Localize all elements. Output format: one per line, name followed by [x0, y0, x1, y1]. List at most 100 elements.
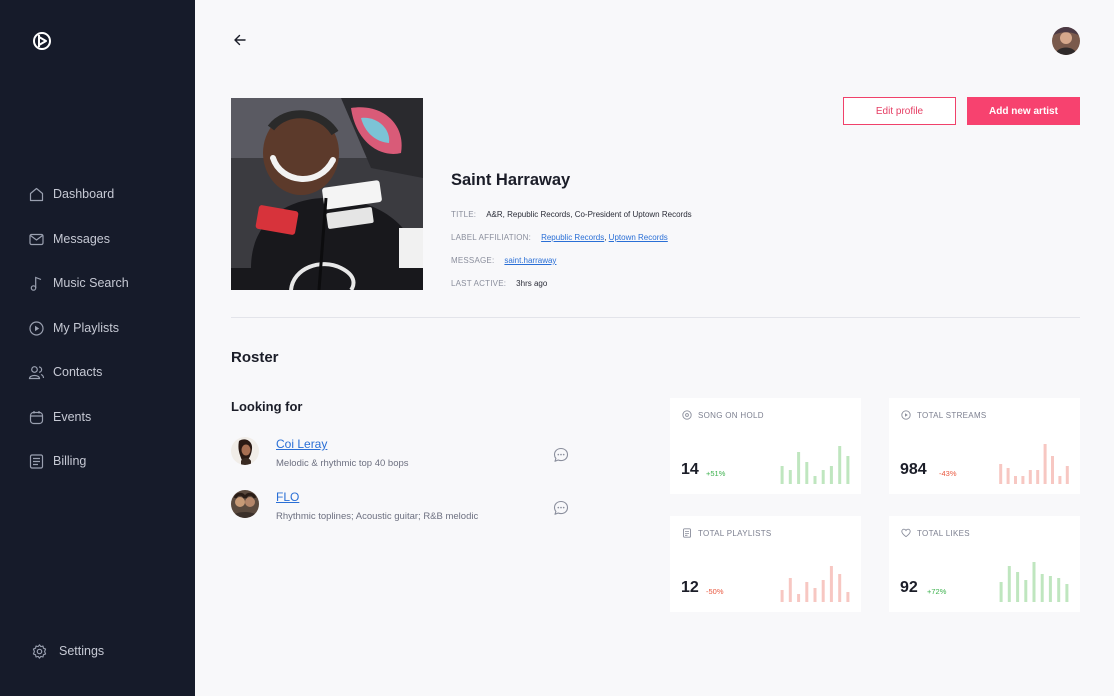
title-value: A&R, Republic Records, Co-President of U…	[486, 210, 692, 219]
sparkline-bar	[1065, 466, 1069, 484]
sparkline-bar	[838, 446, 842, 484]
sparkline-bar	[1036, 470, 1040, 484]
sparkline-bar	[846, 456, 850, 484]
sparkline-bar	[797, 594, 801, 602]
person-description: Melodic & rhythmic top 40 bops	[276, 458, 409, 469]
home-icon	[29, 187, 44, 201]
sidebar-item-contacts[interactable]: Contacts	[28, 361, 102, 383]
info-label: LABEL AFFILIATION:	[451, 233, 532, 242]
sparkline-bar	[1006, 468, 1010, 484]
document-icon	[683, 528, 691, 538]
info-label: LAST ACTIVE:	[451, 279, 507, 288]
section-divider	[231, 317, 1080, 318]
stat-title: TOTAL PLAYLISTS	[698, 528, 772, 538]
app-logo-icon[interactable]	[32, 31, 52, 51]
stat-value: 12	[681, 579, 699, 596]
sidebar-item-events[interactable]: Events	[28, 406, 91, 428]
calendar-icon	[29, 410, 44, 424]
sparkline-bar	[780, 466, 784, 484]
message-link[interactable]: saint.harraway	[504, 256, 556, 265]
stat-card-total-likes: TOTAL LIKES 92 +72%	[889, 516, 1080, 612]
play-circle-icon	[901, 410, 911, 420]
stat-value: 984	[900, 461, 927, 478]
sparkline-bar	[1014, 476, 1017, 484]
sparkline-bar	[1016, 572, 1020, 602]
sparkline-bar	[1024, 580, 1028, 602]
sparkline-bar	[821, 470, 825, 484]
stat-title: TOTAL STREAMS	[917, 410, 987, 420]
avatar	[231, 437, 259, 465]
sparkline-bar	[821, 580, 825, 602]
stat-title: SONG ON HOLD	[698, 410, 764, 420]
stat-title: TOTAL LIKES	[917, 528, 970, 538]
sparkline-bar	[1028, 470, 1032, 484]
info-message-row: MESSAGE: saint.harraway	[451, 256, 556, 265]
stat-delta: +51%	[706, 469, 726, 478]
sparkline-bar	[788, 470, 792, 484]
sparkline-bar	[813, 588, 817, 602]
looking-for-heading: Looking for	[231, 399, 303, 414]
info-label: MESSAGE:	[451, 256, 495, 265]
label-link-uptown[interactable]: Uptown Records	[609, 233, 668, 242]
sparkline-bar	[999, 464, 1003, 484]
sidebar-item-dashboard[interactable]: Dashboard	[28, 183, 114, 205]
sidebar-item-music-search[interactable]: Music Search	[28, 272, 129, 294]
sidebar-item-label: My Playlists	[53, 321, 119, 335]
play-circle-icon	[29, 320, 44, 336]
sidebar-item-label: Events	[53, 410, 92, 424]
last-active-value: 3hrs ago	[516, 279, 548, 288]
person-name-link[interactable]: Coi Leray	[276, 437, 327, 451]
music-note-icon	[30, 276, 42, 291]
mail-icon	[29, 233, 44, 245]
back-arrow-icon[interactable]	[232, 32, 248, 48]
person-name-link[interactable]: FLO	[276, 490, 299, 504]
heart-icon	[901, 528, 911, 538]
sparkline-chart	[780, 446, 850, 484]
stat-delta: -43%	[939, 469, 957, 478]
sparkline-bar	[813, 476, 817, 484]
sidebar-item-messages[interactable]: Messages	[28, 228, 110, 250]
sidebar-item-settings[interactable]: Settings	[31, 640, 104, 662]
stat-delta: +72%	[927, 587, 947, 596]
stat-delta: -50%	[706, 587, 724, 596]
sidebar: Dashboard Messages Music Search My Playl…	[0, 0, 195, 696]
sparkline-chart	[999, 444, 1069, 484]
add-new-artist-button[interactable]: Add new artist	[967, 97, 1080, 125]
sidebar-item-label: Settings	[59, 644, 105, 658]
user-avatar[interactable]	[1052, 27, 1080, 55]
chat-bubble-icon[interactable]	[553, 447, 569, 463]
person-description: Rhythmic toplines; Acoustic guitar; R&B …	[276, 511, 479, 522]
sidebar-item-label: Dashboard	[53, 187, 115, 201]
sparkline-bar	[1065, 584, 1069, 602]
sparkline-bar	[805, 462, 809, 484]
stat-value: 92	[900, 579, 918, 596]
receipt-icon	[29, 453, 44, 469]
info-last-active-row: LAST ACTIVE: 3hrs ago	[451, 279, 547, 288]
sparkline-bar	[838, 574, 842, 602]
sidebar-item-billing[interactable]: Billing	[28, 450, 86, 472]
avatar	[231, 490, 259, 518]
sidebar-item-label: Music Search	[53, 276, 129, 290]
sparkline-bar	[829, 466, 833, 484]
stat-card-total-playlists: TOTAL PLAYLISTS 12 -50%	[670, 516, 861, 612]
sparkline-chart	[999, 562, 1069, 602]
roster-heading: Roster	[231, 349, 279, 366]
sparkline-bar	[788, 578, 792, 602]
sparkline-bar	[829, 566, 833, 602]
label-link-republic[interactable]: Republic Records	[541, 233, 604, 242]
sparkline-bar	[1051, 456, 1054, 484]
disc-icon	[682, 410, 692, 420]
chat-bubble-icon[interactable]	[553, 500, 569, 516]
artist-photo	[231, 98, 423, 290]
sidebar-item-label: Contacts	[53, 365, 103, 379]
sidebar-item-label: Messages	[53, 232, 110, 246]
artist-name: Saint Harraway	[451, 171, 571, 189]
edit-profile-button[interactable]: Edit profile	[843, 97, 956, 125]
sparkline-bar	[846, 592, 850, 602]
sparkline-bar	[797, 452, 801, 484]
sidebar-item-my-playlists[interactable]: My Playlists	[28, 317, 119, 339]
users-icon	[28, 365, 45, 379]
sparkline-bar	[999, 582, 1003, 602]
sparkline-bar	[805, 582, 809, 602]
sparkline-bar	[1048, 576, 1052, 602]
